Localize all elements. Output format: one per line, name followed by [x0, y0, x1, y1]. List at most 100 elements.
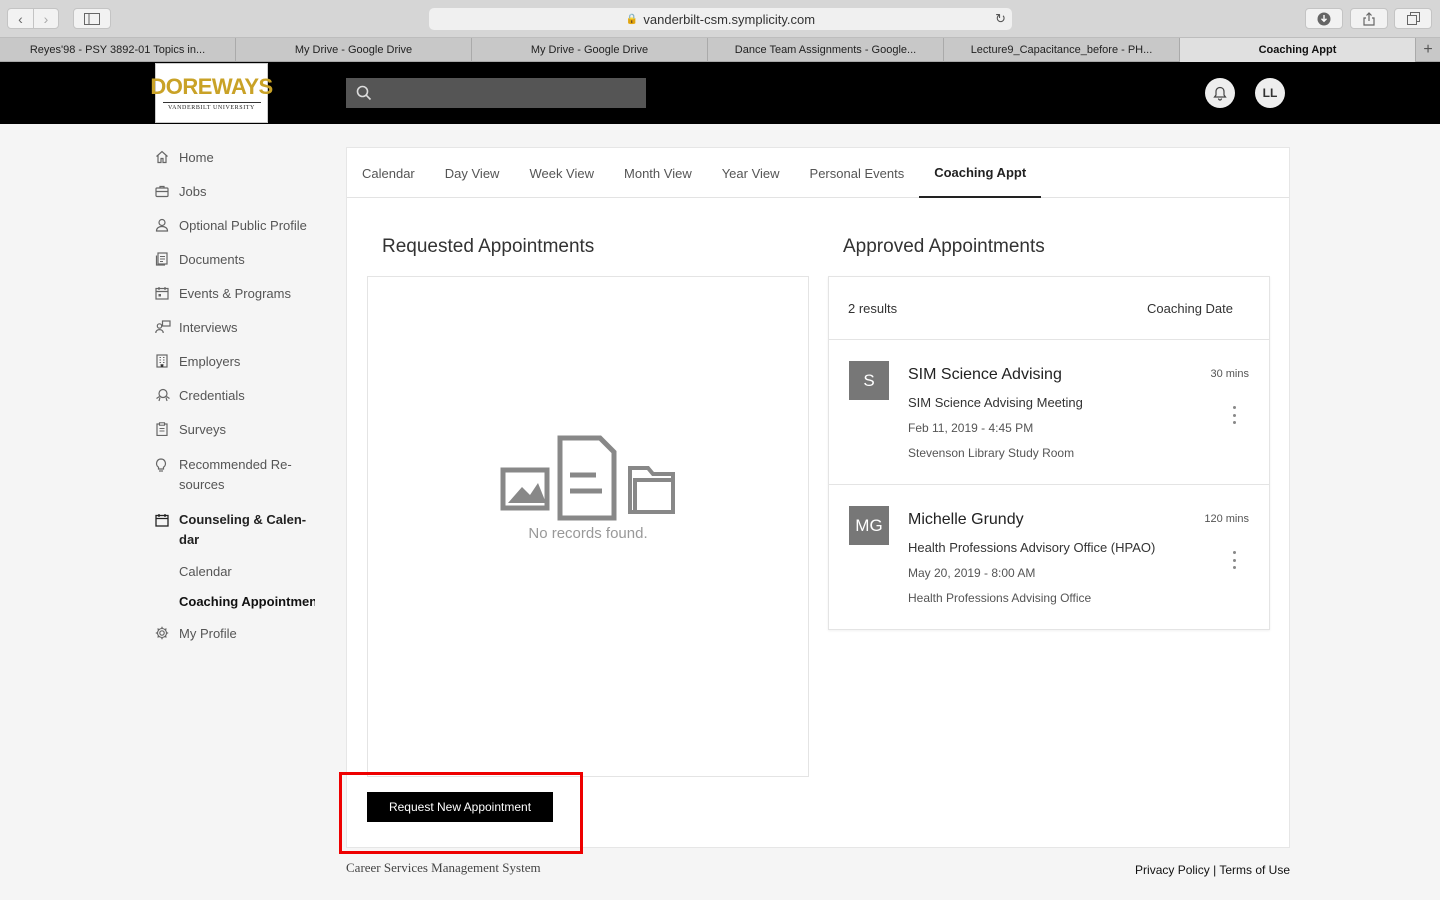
browser-tab[interactable]: Dance Team Assignments - Google... [708, 38, 944, 62]
more-options-icon[interactable] [1229, 406, 1239, 424]
nav-item-label: Recommended Re-sources [179, 457, 292, 492]
nav-item-recommended-resources[interactable]: Recommended Re-sources [155, 446, 325, 501]
search-icon [356, 85, 372, 101]
nav-item-label: Jobs [179, 183, 207, 199]
highlight-box [339, 772, 583, 854]
url-text: vanderbilt-csm.symplicity.com [643, 11, 816, 27]
search-input[interactable] [346, 78, 646, 108]
briefcase-icon [155, 185, 169, 198]
browser-tab-active[interactable]: Coaching Appt [1180, 38, 1416, 62]
footer-system-name: Career Services Management System [346, 860, 541, 875]
tab-week-view[interactable]: Week View [514, 148, 609, 198]
tab-year-view[interactable]: Year View [707, 148, 795, 198]
nav-item-jobs[interactable]: Jobs [155, 174, 325, 208]
sidebar-toggle-button[interactable] [73, 8, 111, 29]
lightbulb-icon [155, 458, 167, 472]
subnav-item-coaching-appointments[interactable]: Coaching Appointments [155, 586, 315, 616]
notifications-button[interactable] [1205, 78, 1235, 108]
browser-tab[interactable]: Lecture9_Capacitance_before - PH... [944, 38, 1180, 62]
downloads-button[interactable] [1305, 8, 1343, 29]
nav-item-employers[interactable]: Employers [155, 344, 325, 378]
footer-links: Privacy Policy | Terms of Use [1135, 863, 1290, 877]
user-avatar[interactable]: LL [1255, 78, 1285, 108]
logo-subtitle: VANDERBILT UNIVERSITY [168, 105, 255, 111]
chevron-right-icon: › [43, 10, 49, 27]
nav-item-label: Events & Programs [179, 285, 291, 301]
site-header: DOREWAYS VANDERBILT UNIVERSITY LL [0, 62, 1440, 124]
download-icon [1317, 12, 1331, 25]
person-icon [155, 218, 169, 232]
appointment-date: May 20, 2019 - 8:00 AM [908, 566, 1036, 580]
nav-item-label: Employers [179, 353, 241, 369]
main-panel: Calendar Day View Week View Month View Y… [346, 147, 1290, 848]
privacy-policy-link[interactable]: Privacy Policy [1135, 863, 1210, 877]
browser-tab[interactable]: My Drive - Google Drive [236, 38, 472, 62]
nav-item-public-profile[interactable]: Optional Public Profile [155, 208, 325, 242]
bell-icon [1213, 86, 1227, 101]
nav-item-my-profile[interactable]: My Profile [155, 616, 325, 650]
sort-by-coaching-date[interactable]: Coaching Date [1147, 301, 1233, 316]
approved-appointments-title: Approved Appointments [843, 236, 1045, 257]
address-bar[interactable]: 🔒 vanderbilt-csm.symplicity.com ↻ [429, 8, 1012, 30]
calendar-icon [155, 287, 169, 300]
clipboard-icon [156, 422, 168, 436]
results-header: 2 results Coaching Date [829, 277, 1269, 340]
list-item[interactable]: MG Michelle Grundy 120 mins Health Profe… [829, 485, 1269, 630]
tab-day-view[interactable]: Day View [430, 148, 515, 198]
appointment-type: SIM Science Advising Meeting [908, 395, 1083, 410]
home-icon [156, 150, 168, 164]
share-button[interactable] [1350, 8, 1388, 29]
nav-item-documents[interactable]: Documents [155, 242, 325, 276]
tab-overview-button[interactable] [1394, 8, 1432, 29]
logo-divider [162, 102, 261, 103]
credential-icon [156, 388, 170, 402]
no-records-text: No records found. [528, 525, 648, 542]
reload-icon[interactable]: ↻ [995, 11, 1006, 27]
tab-coaching-appt[interactable]: Coaching Appt [919, 148, 1042, 198]
logo-word: DOREWAYS [150, 74, 273, 99]
appointment-location: Stevenson Library Study Room [908, 446, 1075, 460]
terms-of-use-link[interactable]: Terms of Use [1219, 863, 1290, 877]
doreways-logo[interactable]: DOREWAYS VANDERBILT UNIVERSITY [150, 63, 273, 123]
tab-personal-events[interactable]: Personal Events [795, 148, 920, 198]
nav-item-interviews[interactable]: Interviews [155, 310, 325, 344]
appointment-location: Health Professions Advising Office [908, 591, 1092, 605]
nav-item-label: Counseling & Calen-dar [179, 512, 307, 547]
nav-item-home[interactable]: Home [155, 140, 325, 174]
browser-tab[interactable]: My Drive - Google Drive [472, 38, 708, 62]
back-button[interactable]: ‹ [8, 9, 33, 28]
lock-icon: 🔒 [625, 13, 639, 25]
nav-item-label: Credentials [179, 387, 245, 403]
footer-separator: | [1213, 863, 1217, 877]
tab-month-view[interactable]: Month View [609, 148, 707, 198]
requested-appointments-title: Requested Appointments [382, 236, 595, 257]
forward-button[interactable]: › [32, 9, 58, 28]
nav-item-counseling-calendar[interactable]: Counseling & Calen-dar [155, 501, 325, 556]
gear-icon [155, 626, 169, 640]
list-item[interactable]: S SIM Science Advising 30 mins SIM Scien… [829, 340, 1269, 485]
subnav-item-calendar[interactable]: Calendar [155, 556, 315, 586]
browser-tab[interactable]: Reyes'98 - PSY 3892-01 Topics in... [0, 38, 236, 62]
chevron-left-icon: ‹ [18, 10, 23, 27]
nav-item-events[interactable]: Events & Programs [155, 276, 325, 310]
no-records-icon [500, 435, 675, 521]
calendar-view-tabs: Calendar Day View Week View Month View Y… [347, 148, 1289, 198]
interview-icon [155, 320, 171, 334]
browser-tab-strip: Reyes'98 - PSY 3892-01 Topics in... My D… [0, 38, 1440, 62]
new-tab-button[interactable]: + [1416, 38, 1440, 62]
more-options-icon[interactable] [1229, 551, 1239, 569]
nav-item-credentials[interactable]: Credentials [155, 378, 325, 412]
appointment-advisor: SIM Science Advising [908, 366, 1062, 383]
nav-item-label: Interviews [179, 319, 238, 335]
requested-appointments-list: No records found. [367, 276, 809, 777]
approved-appointments-list: 2 results Coaching Date S SIM Science Ad… [828, 276, 1270, 630]
tabs-icon [1406, 12, 1420, 25]
appointment-advisor: Michelle Grundy [908, 511, 1024, 528]
documents-icon [155, 252, 168, 266]
nav-item-surveys[interactable]: Surveys [155, 412, 325, 446]
empty-state: No records found. [498, 435, 678, 542]
left-navigation: Home Jobs Optional Public Profile Docume… [155, 140, 325, 650]
appointment-date: Feb 11, 2019 - 4:45 PM [908, 421, 1034, 435]
appointment-duration: 120 mins [1204, 513, 1249, 525]
tab-calendar[interactable]: Calendar [347, 148, 430, 198]
